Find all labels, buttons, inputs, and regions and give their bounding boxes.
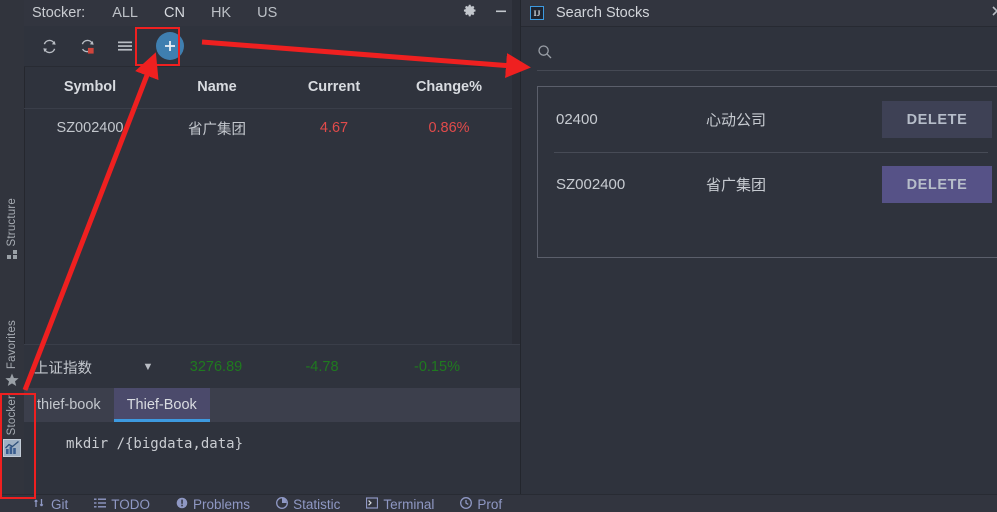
- refresh-icon[interactable]: [36, 33, 62, 59]
- editor-content[interactable]: mkdir /{bigdata,data}: [24, 422, 520, 494]
- stocker-toolbar: [24, 26, 520, 67]
- structure-icon: [6, 250, 18, 264]
- list-item[interactable]: 02400 心动公司 DELETE: [538, 87, 997, 152]
- status-item-todo-label: TODO: [111, 496, 151, 512]
- result-name: 省广集团: [706, 177, 767, 194]
- table-row[interactable]: SZ002400 省广集团 4.67 0.86%: [24, 108, 520, 148]
- sidebar-item-stocker-label: Stocker: [6, 395, 18, 436]
- menu-icon[interactable]: [112, 33, 138, 59]
- index-name: 上证指数: [34, 360, 92, 377]
- hide-window-icon[interactable]: [494, 4, 508, 23]
- star-icon: [5, 373, 19, 390]
- delete-button[interactable]: DELETE: [882, 166, 992, 203]
- tab-thief-book[interactable]: Thief-Book: [113, 388, 210, 422]
- column-header-symbol: Symbol: [63, 79, 117, 95]
- cell-change: 0.86%: [428, 120, 470, 136]
- search-icon: [537, 44, 553, 65]
- terminal-icon: [366, 496, 379, 512]
- status-item-profiler[interactable]: Prof: [460, 497, 502, 512]
- status-item-terminal-label: Terminal: [383, 496, 435, 512]
- tool-window-stripe: Structure Favorites Stocker: [0, 0, 25, 512]
- tab-all[interactable]: ALL: [110, 1, 140, 25]
- screenshot-root: Structure Favorites Stocker Stocker: ALL…: [0, 0, 997, 512]
- column-header-name: Name: [197, 79, 237, 95]
- delete-button[interactable]: DELETE: [882, 101, 992, 138]
- index-current: 3276.89: [189, 359, 243, 375]
- stocker-tool-window: Structure Favorites Stocker Stocker: ALL…: [0, 0, 520, 512]
- status-item-statistic[interactable]: Statistic: [276, 497, 340, 512]
- status-item-todo[interactable]: TODO: [94, 497, 150, 512]
- index-summary-row[interactable]: 上证指数 ▼ 3276.89 -4.78 -0.15%: [24, 344, 520, 389]
- intellij-logo-icon: IJ: [530, 6, 544, 20]
- sidebar-item-favorites[interactable]: Favorites: [0, 320, 24, 390]
- status-item-terminal[interactable]: Terminal: [366, 497, 434, 512]
- tab-thief-book-file[interactable]: thief-book: [24, 388, 114, 422]
- settings-gear-icon[interactable]: [463, 3, 478, 23]
- cell-current: 4.67: [319, 120, 349, 136]
- problems-icon: [176, 497, 188, 512]
- dialog-title: Search Stocks: [556, 5, 650, 21]
- search-field-wrapper[interactable]: [537, 38, 997, 71]
- add-stock-button[interactable]: [156, 32, 184, 60]
- profiler-icon: [460, 496, 473, 512]
- stock-table-header: Symbol Name Current Change%: [24, 66, 520, 109]
- status-item-statistic-label: Statistic: [293, 496, 341, 512]
- chart-icon: [3, 439, 21, 460]
- tab-us[interactable]: US: [255, 1, 279, 25]
- editor-tab-bar: thief-book Thief-Book: [24, 388, 520, 422]
- close-icon[interactable]: [990, 3, 997, 23]
- search-stocks-dialog: IJ Search Stocks 02400 心动公司 DELETE SZ002…: [520, 0, 997, 494]
- pane-edge: [512, 0, 520, 388]
- status-item-profiler-label: Prof: [477, 496, 503, 512]
- column-header-current: Current: [307, 79, 361, 95]
- stock-results-list: 02400 心动公司 DELETE SZ002400 省广集团 DELETE: [537, 86, 997, 258]
- index-change: -4.78: [305, 359, 339, 375]
- list-item[interactable]: SZ002400 省广集团 DELETE: [538, 152, 997, 217]
- index-percent: -0.15%: [414, 359, 460, 375]
- cell-name: 省广集团: [188, 121, 246, 138]
- status-item-problems[interactable]: Problems: [176, 497, 250, 512]
- statistic-icon: [276, 496, 289, 512]
- column-header-change: Change%: [415, 79, 483, 95]
- sidebar-item-structure-label: Structure: [6, 198, 18, 247]
- status-item-git[interactable]: Git: [34, 497, 68, 512]
- result-name: 心动公司: [706, 112, 767, 129]
- stocker-header: Stocker: ALL CN HK US: [24, 0, 520, 30]
- cell-symbol: SZ002400: [56, 120, 124, 136]
- sidebar-item-structure[interactable]: Structure: [0, 198, 24, 264]
- dialog-title-bar: IJ Search Stocks: [521, 0, 997, 27]
- sidebar-item-stocker[interactable]: Stocker: [0, 395, 24, 460]
- git-icon: [34, 497, 46, 512]
- search-input[interactable]: [563, 45, 967, 63]
- sidebar-item-favorites-label: Favorites: [6, 320, 18, 370]
- status-bar: Git TODO Problems Statistic Terminal Pro…: [0, 494, 997, 512]
- stock-table-body: SZ002400 省广集团 4.67 0.86%: [24, 108, 520, 344]
- status-item-problems-label: Problems: [193, 496, 251, 512]
- todo-icon: [94, 497, 107, 512]
- result-code: SZ002400: [556, 176, 626, 193]
- result-code: 02400: [556, 111, 598, 128]
- status-item-git-label: Git: [51, 496, 69, 512]
- chevron-down-icon[interactable]: ▼: [130, 361, 166, 373]
- tab-hk[interactable]: HK: [209, 1, 233, 25]
- tab-cn[interactable]: CN: [156, 1, 193, 30]
- refresh-stop-icon[interactable]: [74, 33, 100, 59]
- stocker-title: Stocker:: [32, 5, 86, 21]
